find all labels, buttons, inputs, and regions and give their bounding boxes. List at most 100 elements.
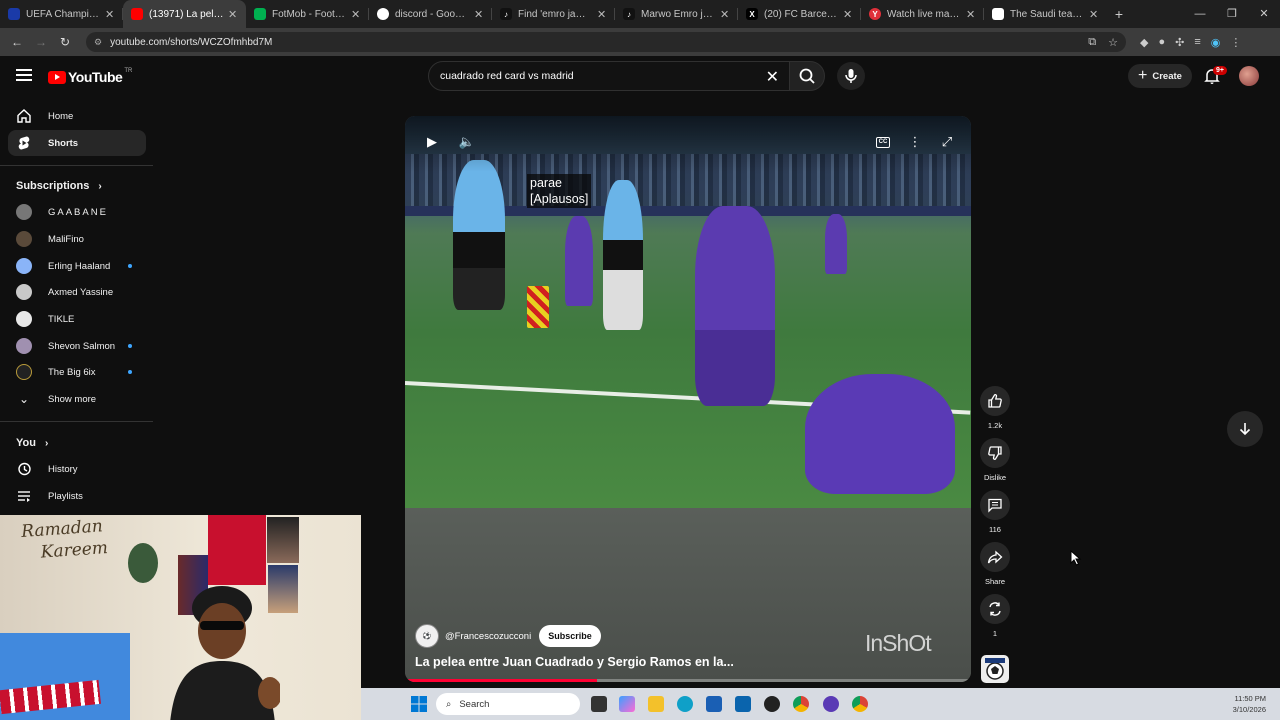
browser-tab[interactable]: X (20) FC Barcelona (@ ✕ <box>738 0 861 28</box>
sound-thumbnail[interactable] <box>981 655 1009 683</box>
you-heading[interactable]: You › <box>16 437 48 449</box>
sidebar-item-subscription[interactable]: Shevon Salmon <box>8 333 146 359</box>
sidebar-item-shorts[interactable]: Shorts <box>8 130 146 156</box>
voice-search-button[interactable] <box>837 62 865 90</box>
bookmark-star-icon[interactable]: ☆ <box>1108 36 1118 49</box>
sidebar-item-history[interactable]: History <box>8 456 146 482</box>
caption-line: [Aplausos] <box>530 192 589 206</box>
search-button[interactable] <box>789 61 825 91</box>
browser-tab[interactable]: discord - Google Sea ✕ <box>369 0 492 28</box>
tab-label: discord - Google Sea <box>395 8 470 20</box>
window-controls: — ❐ ✕ <box>1184 0 1280 28</box>
taskbar-clock[interactable]: 11:50 PM 3/10/2026 <box>1233 693 1266 715</box>
channel-avatar[interactable]: ⚽ <box>415 624 439 648</box>
app-icon[interactable] <box>823 696 839 712</box>
copilot-icon[interactable] <box>619 696 635 712</box>
close-tab-icon[interactable]: ✕ <box>474 8 484 21</box>
shield-extension-icon[interactable]: ◆ <box>1140 36 1148 49</box>
fullscreen-icon[interactable]: ⤢ <box>937 134 957 150</box>
subscriptions-heading[interactable]: Subscriptions › <box>16 180 102 192</box>
windows-start-icon[interactable] <box>411 696 427 712</box>
dislike-button[interactable]: Dislike <box>978 438 1012 482</box>
share-button[interactable]: Share <box>978 542 1012 586</box>
task-view-icon[interactable] <box>591 696 607 712</box>
chrome-menu-icon[interactable]: ⋮ <box>1230 36 1241 49</box>
captions-button[interactable]: CC <box>876 137 890 148</box>
maximize-button[interactable]: ❐ <box>1216 0 1248 28</box>
account-avatar[interactable] <box>1239 66 1259 86</box>
chrome-icon[interactable] <box>852 696 868 712</box>
progress-bar[interactable] <box>405 679 971 682</box>
channel-name: MaliFino <box>48 233 84 245</box>
channel-name: GAABANE <box>48 206 108 218</box>
browser-tab[interactable]: The Saudi team is int ✕ <box>984 0 1107 28</box>
puzzle-extensions-icon[interactable]: ✣ <box>1175 36 1184 49</box>
close-tab-icon[interactable]: ✕ <box>597 8 607 21</box>
sidebar-item-subscription[interactable]: GAABANE <box>8 199 146 225</box>
taskbar-search[interactable]: ⌕ Search <box>436 693 580 715</box>
sidebar-item-subscription[interactable]: The Big 6ix <box>8 359 146 385</box>
browser-tab[interactable]: Y Watch live matches - ✕ <box>861 0 984 28</box>
remix-button[interactable]: 1 <box>978 594 1012 638</box>
browser-tab[interactable]: FotMob - Football Li ✕ <box>246 0 369 28</box>
close-tab-icon[interactable]: ✕ <box>843 8 853 21</box>
file-explorer-icon[interactable] <box>648 696 664 712</box>
sidebar-item-home[interactable]: Home <box>8 103 146 129</box>
channel-handle[interactable]: @Francescozucconi <box>445 631 531 642</box>
play-icon[interactable]: ▶ <box>422 134 442 150</box>
davinci-icon[interactable] <box>764 696 780 712</box>
search-input[interactable]: cuadrado red card vs madrid ✕ <box>428 61 790 91</box>
edge-icon[interactable] <box>677 696 693 712</box>
video-frame[interactable] <box>405 116 971 508</box>
new-tab-button[interactable]: + <box>1107 6 1131 22</box>
subscribe-button[interactable]: Subscribe <box>539 625 601 647</box>
forward-icon[interactable]: → <box>30 35 52 49</box>
search-query: cuadrado red card vs madrid <box>440 70 574 82</box>
create-button[interactable]: + Create <box>1128 64 1192 88</box>
shorts-player[interactable]: ▶ 🔈 CC ⋮ ⤢ parae [Aplausos] InShOt ⚽ @Fr… <box>405 116 971 682</box>
sidebar-item-subscription[interactable]: Axmed Yassine <box>8 279 146 305</box>
close-tab-icon[interactable]: ✕ <box>1089 8 1099 21</box>
sidebar-item-subscription[interactable]: Erling Haaland <box>8 253 146 279</box>
youtube-icon <box>131 8 143 20</box>
show-more-button[interactable]: ⌄ Show more <box>8 386 146 412</box>
back-icon[interactable]: ← <box>6 35 28 49</box>
profile-icon[interactable]: ◉ <box>1211 36 1221 49</box>
close-tab-icon[interactable]: ✕ <box>105 8 115 21</box>
outlook-icon[interactable] <box>735 696 751 712</box>
kneeling-player-figure <box>805 374 955 494</box>
comments-button[interactable]: 116 <box>978 490 1012 534</box>
sidebar-item-subscription[interactable]: TIKLE <box>8 306 146 332</box>
like-button[interactable]: 1.2k <box>978 386 1012 430</box>
volume-icon[interactable]: 🔈 <box>457 134 477 150</box>
reload-icon[interactable]: ↻ <box>54 35 76 49</box>
close-tab-icon[interactable]: ✕ <box>966 8 976 21</box>
close-tab-icon[interactable]: ✕ <box>720 8 730 21</box>
chrome-icon[interactable] <box>793 696 809 712</box>
browser-tab[interactable]: ♪ Find 'emro jamac' on ✕ <box>492 0 615 28</box>
hamburger-menu-icon[interactable] <box>16 69 32 81</box>
more-options-icon[interactable]: ⋮ <box>905 134 925 150</box>
close-tab-icon[interactable]: ✕ <box>351 8 361 21</box>
site-info-icon[interactable]: ⚙ <box>94 37 102 48</box>
install-app-icon[interactable]: ⧉ <box>1088 36 1096 49</box>
store-icon[interactable] <box>706 696 722 712</box>
clear-search-icon[interactable]: ✕ <box>766 67 779 87</box>
address-bar[interactable]: ⚙ youtube.com/shorts/WCZOfmhbd7M ⧉ ☆ <box>86 32 1126 52</box>
sidebar-item-playlists[interactable]: Playlists <box>8 483 146 509</box>
browser-tab-active[interactable]: (13971) La pelea e ✕ <box>123 0 246 28</box>
channel-name: Erling Haaland <box>48 260 111 272</box>
sidebar-item-subscription[interactable]: MaliFino <box>8 226 146 252</box>
media-controls-icon[interactable]: ≡ <box>1194 36 1200 49</box>
browser-tab[interactable]: ♪ Marwo Emro jama14 ✕ <box>615 0 738 28</box>
close-window-button[interactable]: ✕ <box>1248 0 1280 28</box>
short-title[interactable]: La pelea entre Juan Cuadrado y Sergio Ra… <box>415 655 734 669</box>
globe-extension-icon[interactable]: ● <box>1158 36 1165 49</box>
browser-tab[interactable]: UEFA Champions Lea ✕ <box>0 0 123 28</box>
youtube-logo[interactable]: YouTube TR <box>48 68 132 85</box>
minimize-button[interactable]: — <box>1184 0 1216 28</box>
close-tab-icon[interactable]: ✕ <box>228 8 238 21</box>
thumbs-down-icon <box>988 446 1002 460</box>
next-short-button[interactable] <box>1227 411 1263 447</box>
remix-icon <box>989 602 1001 616</box>
